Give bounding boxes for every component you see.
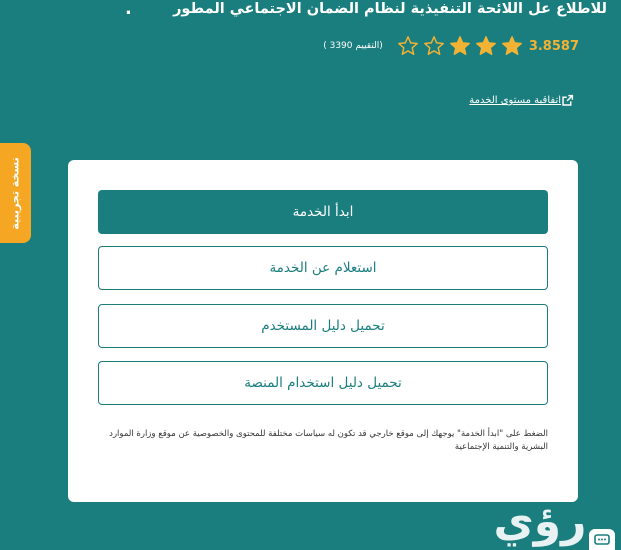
star-filled-icon bbox=[475, 36, 496, 55]
rating-count: (التقييم 3390 ) bbox=[323, 41, 383, 51]
rating-row: 3.8587 (التقييم 3390 ) bbox=[323, 34, 579, 58]
start-service-button[interactable]: ابدأ الخدمة bbox=[98, 190, 548, 234]
service-inquiry-button[interactable]: استعلام عن الخدمة bbox=[98, 246, 548, 290]
service-card: ابدأ الخدمة استعلام عن الخدمة تحميل دليل… bbox=[68, 160, 578, 502]
beta-version-label: نسخة تجريبية bbox=[9, 156, 22, 230]
star-empty-icon bbox=[423, 36, 444, 55]
star-empty-icon bbox=[397, 36, 418, 55]
chat-icon bbox=[594, 533, 610, 545]
watermark-text: رؤي bbox=[493, 496, 586, 547]
rating-stars bbox=[393, 35, 523, 57]
star-filled-icon bbox=[449, 36, 470, 55]
sla-link[interactable]: اتفاقية مستوى الخدمة bbox=[469, 94, 579, 107]
sla-link-label: اتفاقية مستوى الخدمة bbox=[469, 95, 561, 106]
title-dot: . bbox=[125, 0, 132, 19]
page-title: للاطلاع عل اللائحة التنفيذية لنظام الضما… bbox=[173, 1, 607, 17]
chat-button[interactable] bbox=[589, 529, 615, 550]
external-site-disclaimer: الضغط على "ابدأ الخدمة" يوجهك إلى موقع خ… bbox=[109, 429, 548, 452]
download-user-guide-button[interactable]: تحميل دليل المستخدم bbox=[98, 304, 548, 348]
rating-value: 3.8587 bbox=[528, 38, 579, 54]
star-filled-icon bbox=[501, 36, 522, 55]
external-link-icon bbox=[562, 94, 574, 106]
beta-version-tab[interactable]: نسخة تجريبية bbox=[0, 143, 31, 243]
watermark-logo: رؤي bbox=[493, 496, 586, 547]
download-platform-guide-button[interactable]: تحميل دليل استخدام المنصة bbox=[98, 361, 548, 405]
